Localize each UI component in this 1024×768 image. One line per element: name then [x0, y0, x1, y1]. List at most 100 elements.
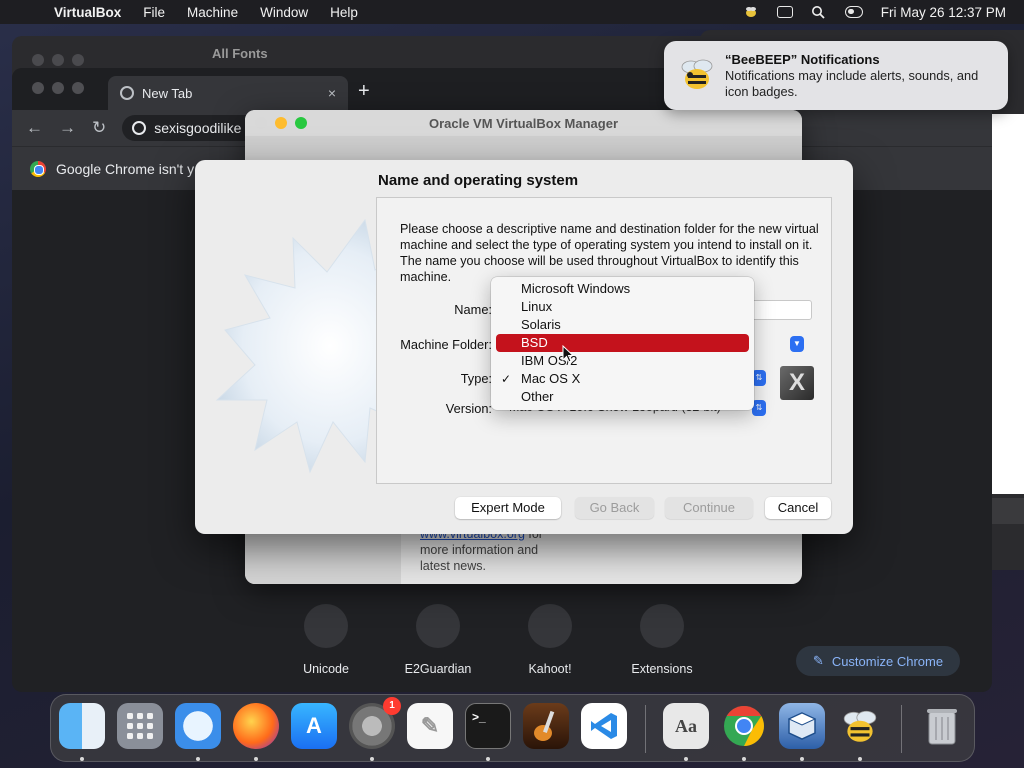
- os-type-option-solaris[interactable]: Solaris: [496, 316, 749, 334]
- folder-dropdown-arrow-icon[interactable]: ▼: [790, 336, 804, 352]
- font-book-title: All Fonts: [212, 46, 268, 61]
- unicode-shortcut-icon: [304, 604, 348, 648]
- chrome-icon[interactable]: [721, 703, 767, 749]
- textedit-icon[interactable]: ✎: [407, 703, 453, 749]
- zoom-icon[interactable]: [295, 117, 307, 129]
- os-type-option-label: Mac OS X: [521, 371, 581, 386]
- menu-help[interactable]: Help: [330, 5, 358, 20]
- virtualbox-icon[interactable]: [779, 703, 825, 749]
- shortcut-label: Extensions: [631, 662, 693, 676]
- terminal-icon[interactable]: >_: [465, 703, 511, 749]
- garageband-icon[interactable]: [523, 703, 569, 749]
- infobar-text: Google Chrome isn't y: [56, 160, 195, 177]
- settings-badge: 1: [383, 697, 401, 715]
- shortcut-extensions[interactable]: Extensions: [612, 604, 712, 676]
- font-book-running-indicator: [684, 757, 688, 761]
- beebeep-icon[interactable]: [837, 703, 883, 749]
- back-arrow-icon[interactable]: ←: [26, 118, 43, 138]
- terminal-running-indicator: [486, 757, 490, 761]
- vbm-title: Oracle VM VirtualBox Manager: [428, 115, 619, 131]
- os-type-option-linux[interactable]: Linux: [496, 298, 749, 316]
- shortcut-kahoot[interactable]: Kahoot!: [500, 604, 600, 676]
- menubar-clock[interactable]: Fri May 26 12:37 PM: [881, 5, 1006, 20]
- new-tab-button[interactable]: +: [358, 80, 370, 103]
- extensions-shortcut-icon: [640, 604, 684, 648]
- font-book-traffic-lights: [32, 54, 84, 66]
- kahoot-shortcut-icon: [528, 604, 572, 648]
- e2guardian-shortcut-icon: [416, 604, 460, 648]
- firefox-icon[interactable]: [233, 703, 279, 749]
- pencil-icon: ✎: [812, 653, 824, 668]
- safari-icon[interactable]: [175, 703, 221, 749]
- virtualbox-running-indicator: [800, 757, 804, 761]
- chrome-logo-icon: [30, 160, 46, 177]
- os-type-option-windows[interactable]: Microsoft Windows: [496, 280, 749, 298]
- menu-app-name[interactable]: VirtualBox: [54, 5, 121, 20]
- os-type-option-ibm-os2[interactable]: IBM OS/2: [496, 352, 749, 370]
- welcome-text-line3: latest news.: [420, 559, 487, 573]
- cancel-button[interactable]: Cancel: [765, 497, 831, 519]
- dock-separator: [645, 705, 646, 753]
- continue-button[interactable]: Continue: [665, 497, 753, 519]
- screen-mirroring-icon[interactable]: [776, 6, 793, 18]
- spotlight-search-icon[interactable]: [811, 5, 827, 19]
- safari-running-indicator: [196, 757, 200, 761]
- menu-bar: VirtualBox File Machine Window Help Fri …: [0, 0, 1024, 24]
- vscode-icon[interactable]: [581, 703, 627, 749]
- machine-folder-label: Machine Folder:: [400, 337, 492, 352]
- os-type-option-bsd[interactable]: BSD: [496, 334, 749, 352]
- chrome-running-indicator: [742, 757, 746, 761]
- control-center-icon[interactable]: [844, 6, 863, 18]
- font-book-icon[interactable]: Aa: [663, 703, 709, 749]
- shortcut-unicode[interactable]: Unicode: [276, 604, 376, 676]
- version-label: Version:: [445, 401, 492, 416]
- type-popup-arrows-icon[interactable]: ⇅: [752, 370, 766, 386]
- shortcut-label: Kahoot!: [528, 662, 572, 676]
- beebeep-running-indicator: [858, 757, 862, 761]
- trash-icon[interactable]: [919, 703, 965, 749]
- name-label: Name:: [454, 302, 492, 317]
- chrome-traffic-lights[interactable]: [32, 82, 84, 94]
- finder-icon[interactable]: [59, 703, 105, 749]
- menu-window[interactable]: Window: [260, 5, 308, 20]
- settings-running-indicator: [370, 757, 374, 761]
- expert-mode-button[interactable]: Expert Mode: [455, 497, 561, 519]
- address-text: sexisgoodilike: [154, 120, 242, 136]
- version-popup-arrows-icon[interactable]: ⇅: [752, 400, 766, 416]
- tab-close-icon[interactable]: ×: [328, 85, 336, 101]
- minimize-icon[interactable]: [275, 117, 287, 129]
- os-type-option-other[interactable]: Other: [496, 388, 749, 406]
- google-icon: [132, 121, 147, 135]
- beebeep-status-icon[interactable]: [743, 5, 759, 19]
- checkmark-icon: ✓: [501, 372, 512, 386]
- os-type-option-mac-os-x[interactable]: ✓ Mac OS X: [496, 370, 749, 388]
- name-input[interactable]: [749, 300, 812, 320]
- customize-chrome-button[interactable]: ✎ Customize Chrome: [796, 646, 960, 676]
- finder-running-indicator: [80, 757, 84, 761]
- mac-os-x-logo-icon: X: [780, 366, 814, 400]
- system-settings-icon[interactable]: 1: [349, 697, 401, 749]
- reload-icon[interactable]: ↻: [92, 118, 106, 138]
- welcome-text-line2: more information and: [420, 543, 539, 557]
- type-label: Type:: [460, 371, 492, 386]
- dialog-description: Please choose a descriptive name and des…: [400, 222, 819, 284]
- forward-arrow-icon[interactable]: →: [59, 118, 76, 138]
- vbm-traffic-lights[interactable]: [255, 117, 307, 129]
- launchpad-icon[interactable]: [117, 703, 163, 749]
- firefox-running-indicator: [254, 757, 258, 761]
- mouse-pointer-icon: [562, 345, 574, 363]
- menu-machine[interactable]: Machine: [187, 5, 238, 20]
- go-back-button[interactable]: Go Back: [575, 497, 654, 519]
- dialog-heading: Name and operating system: [378, 172, 579, 189]
- beebeep-notification[interactable]: “BeeBEEP” Notifications Notifications ma…: [664, 41, 1008, 110]
- dock: A 1 ✎ >_ Aa: [50, 694, 975, 762]
- vbm-titlebar: Oracle VM VirtualBox Manager: [245, 110, 802, 136]
- shortcut-label: E2Guardian: [404, 662, 472, 676]
- chrome-tab-title: New Tab: [142, 85, 193, 101]
- notification-body: Notifications may include alerts, sounds…: [725, 68, 979, 99]
- close-icon[interactable]: [255, 117, 267, 129]
- shortcut-e2guardian[interactable]: E2Guardian: [388, 604, 488, 676]
- app-store-icon[interactable]: A: [291, 703, 337, 749]
- menu-file[interactable]: File: [143, 5, 165, 20]
- chrome-tab-new-tab[interactable]: New Tab ×: [108, 76, 348, 110]
